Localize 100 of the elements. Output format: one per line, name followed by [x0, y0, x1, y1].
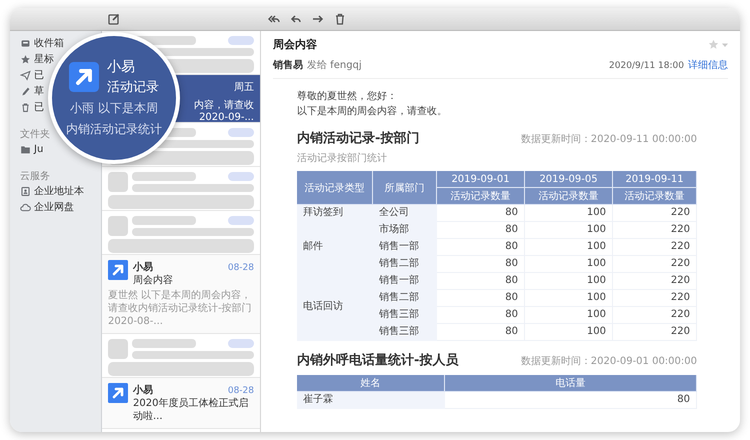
skeleton-bar [132, 339, 196, 348]
arrow-logo-icon [69, 62, 99, 92]
mail-date: 08-28 [228, 386, 254, 396]
mail-subject: 活动记录 [107, 79, 159, 96]
table-cell: 220 [613, 307, 697, 324]
forward-icon[interactable] [312, 13, 324, 25]
sidebar-item[interactable]: 星标 [34, 52, 54, 66]
mail-preview: 夏世然 以下是本周的周会内容，请查收内销活动记录统计-按部门 2020-08-... [108, 289, 253, 328]
table-cell: 220 [613, 256, 697, 273]
sidebar-group-title: 云服务 [20, 170, 50, 183]
table-cell: 100 [525, 239, 613, 256]
table-cell: 80 [437, 205, 525, 222]
table-header-cell: 姓名 [297, 375, 445, 392]
table-cell: 全公司 [373, 205, 437, 222]
mail-sender: 小易 [133, 260, 153, 274]
details-link[interactable]: 详细信息 [688, 58, 728, 72]
star-icon[interactable] [708, 39, 719, 50]
table-cell: 220 [613, 290, 697, 307]
mail-date: 周五 [234, 81, 254, 94]
arrow-logo-icon [108, 383, 128, 403]
trash-icon[interactable] [334, 13, 346, 25]
table-cell: 220 [613, 324, 697, 341]
greeting-text: 以下是本周的周会内容，请查收。 [297, 104, 448, 119]
sidebar-item[interactable]: Ju [34, 144, 44, 154]
mail-sender: 小易 [133, 384, 153, 397]
table-cell: 80 [445, 392, 697, 409]
table-header-cell: 2019-09-11 [613, 171, 697, 188]
table-cell: 100 [525, 307, 613, 324]
cloud-icon [20, 202, 31, 212]
table-cell: 100 [525, 324, 613, 341]
table-cell: 80 [437, 290, 525, 307]
skeleton-tag [228, 36, 254, 45]
table-cell: 220 [613, 273, 697, 290]
sidebar-item[interactable]: 草 [34, 84, 44, 98]
skeleton-tag [228, 339, 254, 348]
mail-subject: 2020年度员工体检正式启动啦... [133, 397, 250, 423]
table-cell: 邮件 [297, 222, 373, 273]
trash-icon [20, 102, 31, 112]
sidebar-item[interactable]: 已 [34, 68, 44, 82]
section-title: 内销活动记录-按部门 [297, 130, 420, 147]
sidebar-item[interactable]: 企业网盘 [34, 200, 74, 214]
table-cell: 220 [613, 205, 697, 222]
inbox-icon [20, 38, 31, 48]
table-cell: 80 [437, 256, 525, 273]
star-icon [20, 54, 31, 64]
table-cell: 80 [437, 324, 525, 341]
table-cell: 80 [437, 307, 525, 324]
table-cell: 100 [525, 273, 613, 290]
skeleton-bar [132, 216, 196, 225]
table-cell: 80 [437, 273, 525, 290]
table-cell: 销售一部 [373, 239, 437, 256]
mail-item[interactable]: 小易 08-28 周会内容 夏世然 以下是本周的周会内容，请查收内销活动记录统计-按部门 2020-08-... [102, 255, 260, 334]
table-cell: 100 [525, 256, 613, 273]
compose-icon[interactable] [108, 13, 120, 25]
sidebar-item[interactable]: 企业地址本 [34, 184, 84, 198]
send-icon [20, 70, 31, 80]
folder-icon [20, 144, 31, 154]
table-cell: 100 [525, 205, 613, 222]
table-cell: 销售一部 [373, 273, 437, 290]
table-header-cell: 电话量 [445, 375, 697, 392]
recipient: 发给 fengqj [307, 59, 363, 72]
table-header-cell: 活动记录数量 [437, 188, 525, 205]
table-cell: 80 [437, 239, 525, 256]
reply-all-icon[interactable] [268, 13, 280, 25]
mail-preview: 2020-09-... [199, 112, 254, 124]
skeleton-bar [132, 172, 196, 181]
mail-item[interactable]: 小易 08-28 2020年度员工体检正式启动啦... [102, 378, 260, 429]
table-cell: 市场部 [373, 222, 437, 239]
section-subtitle: 活动记录按部门统计 [297, 152, 388, 165]
sender-name: 销售易 [273, 58, 303, 72]
table-cell: 拜访签到 [297, 205, 373, 222]
greeting-text: 尊敬的夏世然，您好： [297, 90, 398, 104]
table-cell: 崔子霖 [297, 392, 445, 409]
mail-date: 08-28 [228, 263, 254, 273]
mail-sender: 小易 [107, 58, 136, 76]
contacts-icon [20, 186, 31, 196]
mail-title: 周会内容 [273, 37, 317, 52]
sidebar-group-title: 文件夹 [20, 128, 50, 141]
arrow-logo-icon [108, 260, 128, 280]
table-header-cell: 活动记录数量 [613, 188, 697, 205]
table-header-cell: 所属部门 [373, 171, 437, 205]
mail-preview: 内容，请查收 [194, 100, 254, 112]
draft-icon [20, 86, 31, 96]
sidebar-item[interactable]: 收件箱 [34, 36, 64, 50]
reply-icon[interactable] [290, 13, 302, 25]
table-cell: 100 [525, 222, 613, 239]
update-time: 数据更新时间：2020-09-01 00:00:00 [520, 354, 697, 368]
update-time: 数据更新时间：2020-09-11 00:00:00 [520, 132, 697, 146]
table-cell: 100 [525, 290, 613, 307]
table-cell: 电话回访 [297, 273, 373, 341]
table-header-cell: 活动记录类型 [297, 171, 373, 205]
skeleton-tag [228, 172, 254, 181]
table-cell: 220 [613, 222, 697, 239]
table-cell: 销售三部 [373, 307, 437, 324]
mail-subject: 周会内容 [133, 274, 174, 287]
skeleton-avatar [108, 216, 128, 236]
table-cell: 220 [613, 239, 697, 256]
skeleton-avatar [108, 339, 128, 359]
sidebar-item[interactable]: 已 [34, 100, 44, 114]
table-cell: 销售二部 [373, 290, 437, 307]
